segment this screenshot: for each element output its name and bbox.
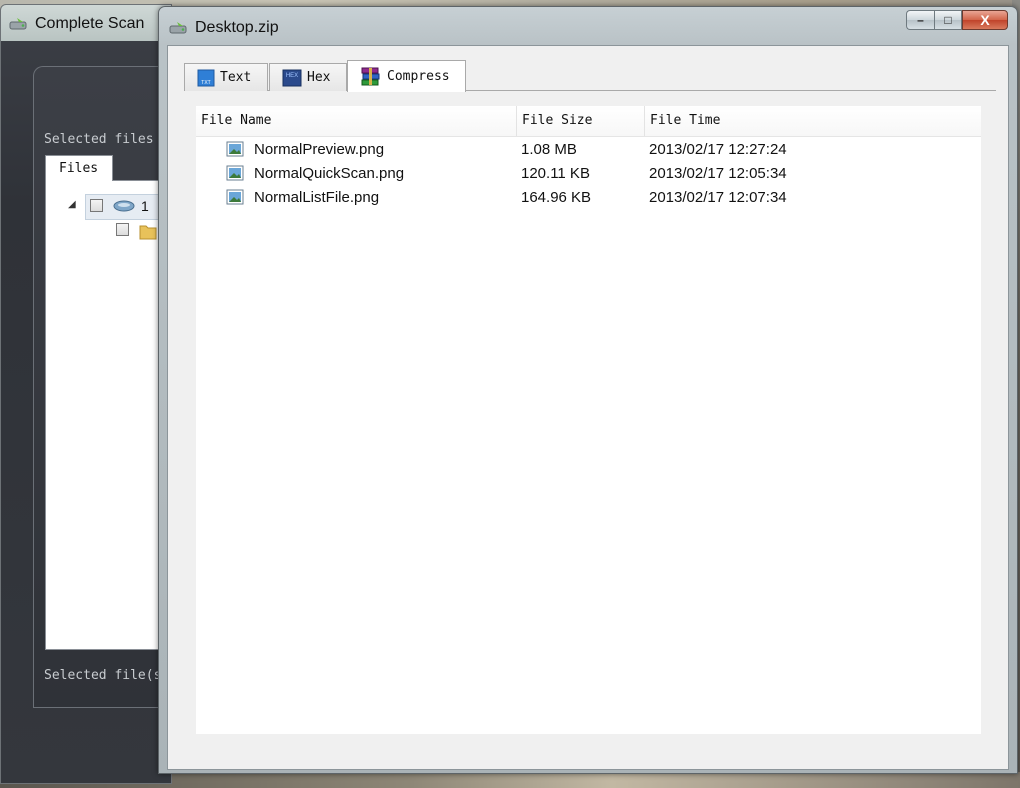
image-file-icon: [226, 165, 244, 181]
tab-hex-label: Hex: [307, 70, 331, 85]
tree-child-checkbox[interactable]: [116, 223, 129, 236]
file-size-cell: 164.96 KB: [521, 189, 592, 206]
list-header: File Name File Size File Time: [196, 106, 981, 137]
hex-file-icon: HEX: [282, 69, 302, 86]
app-drive-icon: [9, 18, 27, 30]
selected-files-label: Selected files: [44, 132, 154, 147]
file-size-cell: 120.11 KB: [521, 165, 590, 182]
text-file-icon: TXT: [197, 69, 215, 86]
file-size-cell: 1.08 MB: [521, 141, 577, 158]
archive-books-icon: [361, 67, 380, 85]
svg-text:HEX: HEX: [286, 73, 298, 79]
tab-text[interactable]: TXT Text: [184, 63, 268, 91]
image-file-icon: [226, 189, 244, 205]
svg-text:TXT: TXT: [201, 80, 210, 86]
expand-arrow-icon[interactable]: ◢: [68, 199, 76, 210]
minimize-icon: –: [917, 13, 924, 27]
table-row[interactable]: NormalListFile.png 164.96 KB 2013/02/17 …: [196, 186, 981, 210]
file-name-cell: NormalListFile.png: [254, 189, 380, 206]
tree-root-checkbox[interactable]: [90, 199, 103, 212]
column-header-file-time[interactable]: File Time: [645, 106, 981, 136]
close-icon: X: [980, 12, 990, 28]
column-header-file-name[interactable]: File Name: [196, 106, 517, 136]
close-button[interactable]: X: [962, 10, 1008, 30]
file-time-cell: 2013/02/17 12:07:34: [649, 189, 787, 206]
archive-file-list[interactable]: File Name File Size File Time NormalPrev…: [196, 106, 981, 734]
maximize-icon: □: [944, 13, 952, 27]
tab-hex[interactable]: HEX Hex: [269, 63, 347, 91]
window-title: Desktop.zip: [195, 19, 279, 36]
file-name-cell: NormalPreview.png: [254, 141, 385, 158]
table-row[interactable]: NormalPreview.png 1.08 MB 2013/02/17 12:…: [196, 138, 981, 162]
tab-compress[interactable]: Compress: [347, 60, 466, 92]
desktop-zip-titlebar[interactable]: Desktop.zip: [169, 17, 279, 39]
file-name-cell: NormalQuickScan.png: [254, 165, 405, 182]
file-time-cell: 2013/02/17 12:27:24: [649, 141, 787, 158]
window-controls: – □ X: [906, 10, 1008, 32]
tab-files[interactable]: Files: [45, 155, 113, 181]
folder-icon: [139, 225, 157, 240]
drive-icon: [113, 200, 135, 212]
tree-root-label: 1: [141, 198, 149, 214]
table-row[interactable]: NormalQuickScan.png 120.11 KB 2013/02/17…: [196, 162, 981, 186]
files-tree-panel: [45, 180, 171, 650]
window-client-area: TXT Text HEX Hex Compress File Name File…: [167, 45, 1009, 770]
selected-files-footer: Selected file(s: [44, 668, 162, 683]
minimize-button[interactable]: –: [906, 10, 934, 30]
column-header-file-size[interactable]: File Size: [517, 106, 645, 136]
complete-scan-title: Complete Scan: [35, 15, 145, 32]
image-file-icon: [226, 141, 244, 157]
tab-compress-label: Compress: [387, 69, 450, 84]
app-drive-icon: [169, 22, 187, 34]
desktop-zip-window[interactable]: Desktop.zip – □ X TXT Text HEX Hex Compr…: [158, 6, 1018, 774]
tab-text-label: Text: [220, 70, 252, 85]
maximize-button[interactable]: □: [934, 10, 962, 30]
complete-scan-titlebar[interactable]: Complete Scan: [9, 13, 144, 35]
file-time-cell: 2013/02/17 12:05:34: [649, 165, 787, 182]
